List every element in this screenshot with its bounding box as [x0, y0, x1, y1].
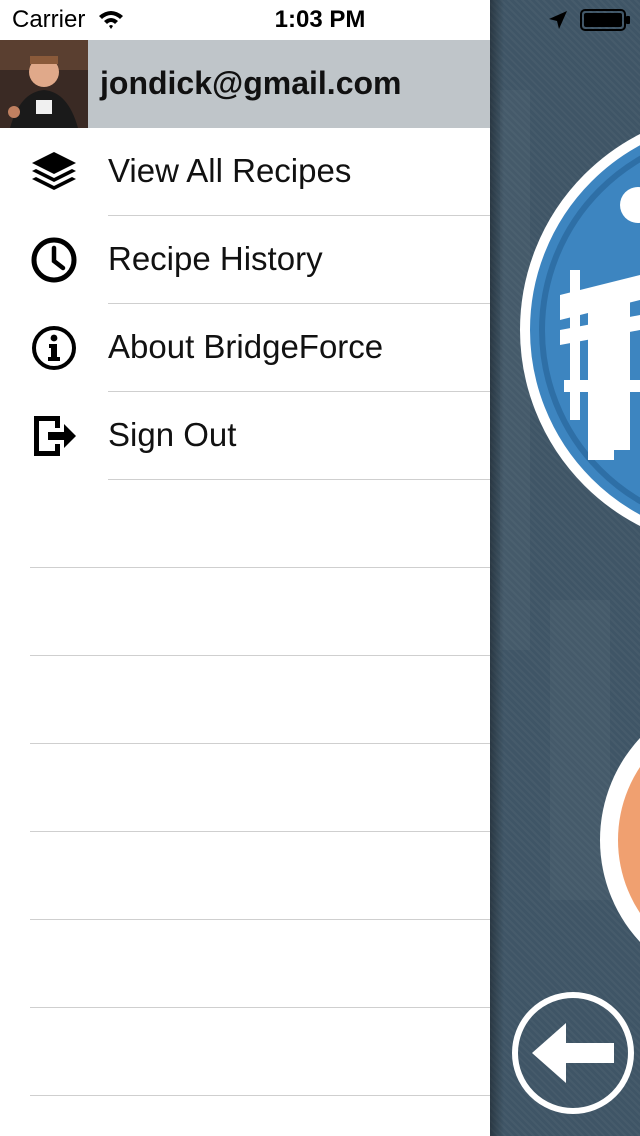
- menu-item-label: About BridgeForce: [108, 328, 384, 365]
- layers-icon: [32, 152, 76, 190]
- sign-out-icon: [34, 416, 76, 456]
- empty-row-divider: [30, 743, 490, 744]
- clock-icon: [31, 237, 77, 283]
- empty-row-divider: [30, 567, 490, 568]
- bridgeforce-logo-graphic: [520, 134, 640, 942]
- menu-item-sign-out[interactable]: Sign Out: [0, 392, 490, 480]
- drawer-shadow: [490, 0, 504, 1136]
- location-arrow-icon: [549, 11, 567, 29]
- status-time: 1:03 PM: [274, 6, 366, 33]
- info-icon: [32, 326, 76, 370]
- side-menu-drawer: jondick@gmail.com View All Recipes Recip…: [0, 0, 490, 1136]
- menu-item-label: View All Recipes: [108, 152, 352, 189]
- divider: [108, 479, 490, 480]
- avatar: [0, 40, 88, 128]
- empty-row-divider: [30, 1007, 490, 1008]
- battery-icon: [580, 9, 630, 31]
- menu-item-label: Sign Out: [108, 416, 237, 453]
- menu-item-view-all-recipes[interactable]: View All Recipes: [0, 128, 490, 216]
- menu-item-recipe-history[interactable]: Recipe History: [0, 216, 490, 304]
- profile-header[interactable]: jondick@gmail.com: [0, 40, 490, 128]
- back-arrow-button[interactable]: [510, 990, 636, 1116]
- empty-row-divider: [30, 1095, 490, 1096]
- empty-row-divider: [30, 831, 490, 832]
- menu-item-about-bridgeforce[interactable]: About BridgeForce: [0, 304, 490, 392]
- empty-row-divider: [30, 655, 490, 656]
- empty-row-divider: [30, 919, 490, 920]
- main-screen-background: [490, 0, 640, 1136]
- menu-item-label: Recipe History: [108, 240, 323, 277]
- user-email: jondick@gmail.com: [100, 65, 402, 101]
- status-bar: Carrier 1:03 PM: [0, 0, 640, 40]
